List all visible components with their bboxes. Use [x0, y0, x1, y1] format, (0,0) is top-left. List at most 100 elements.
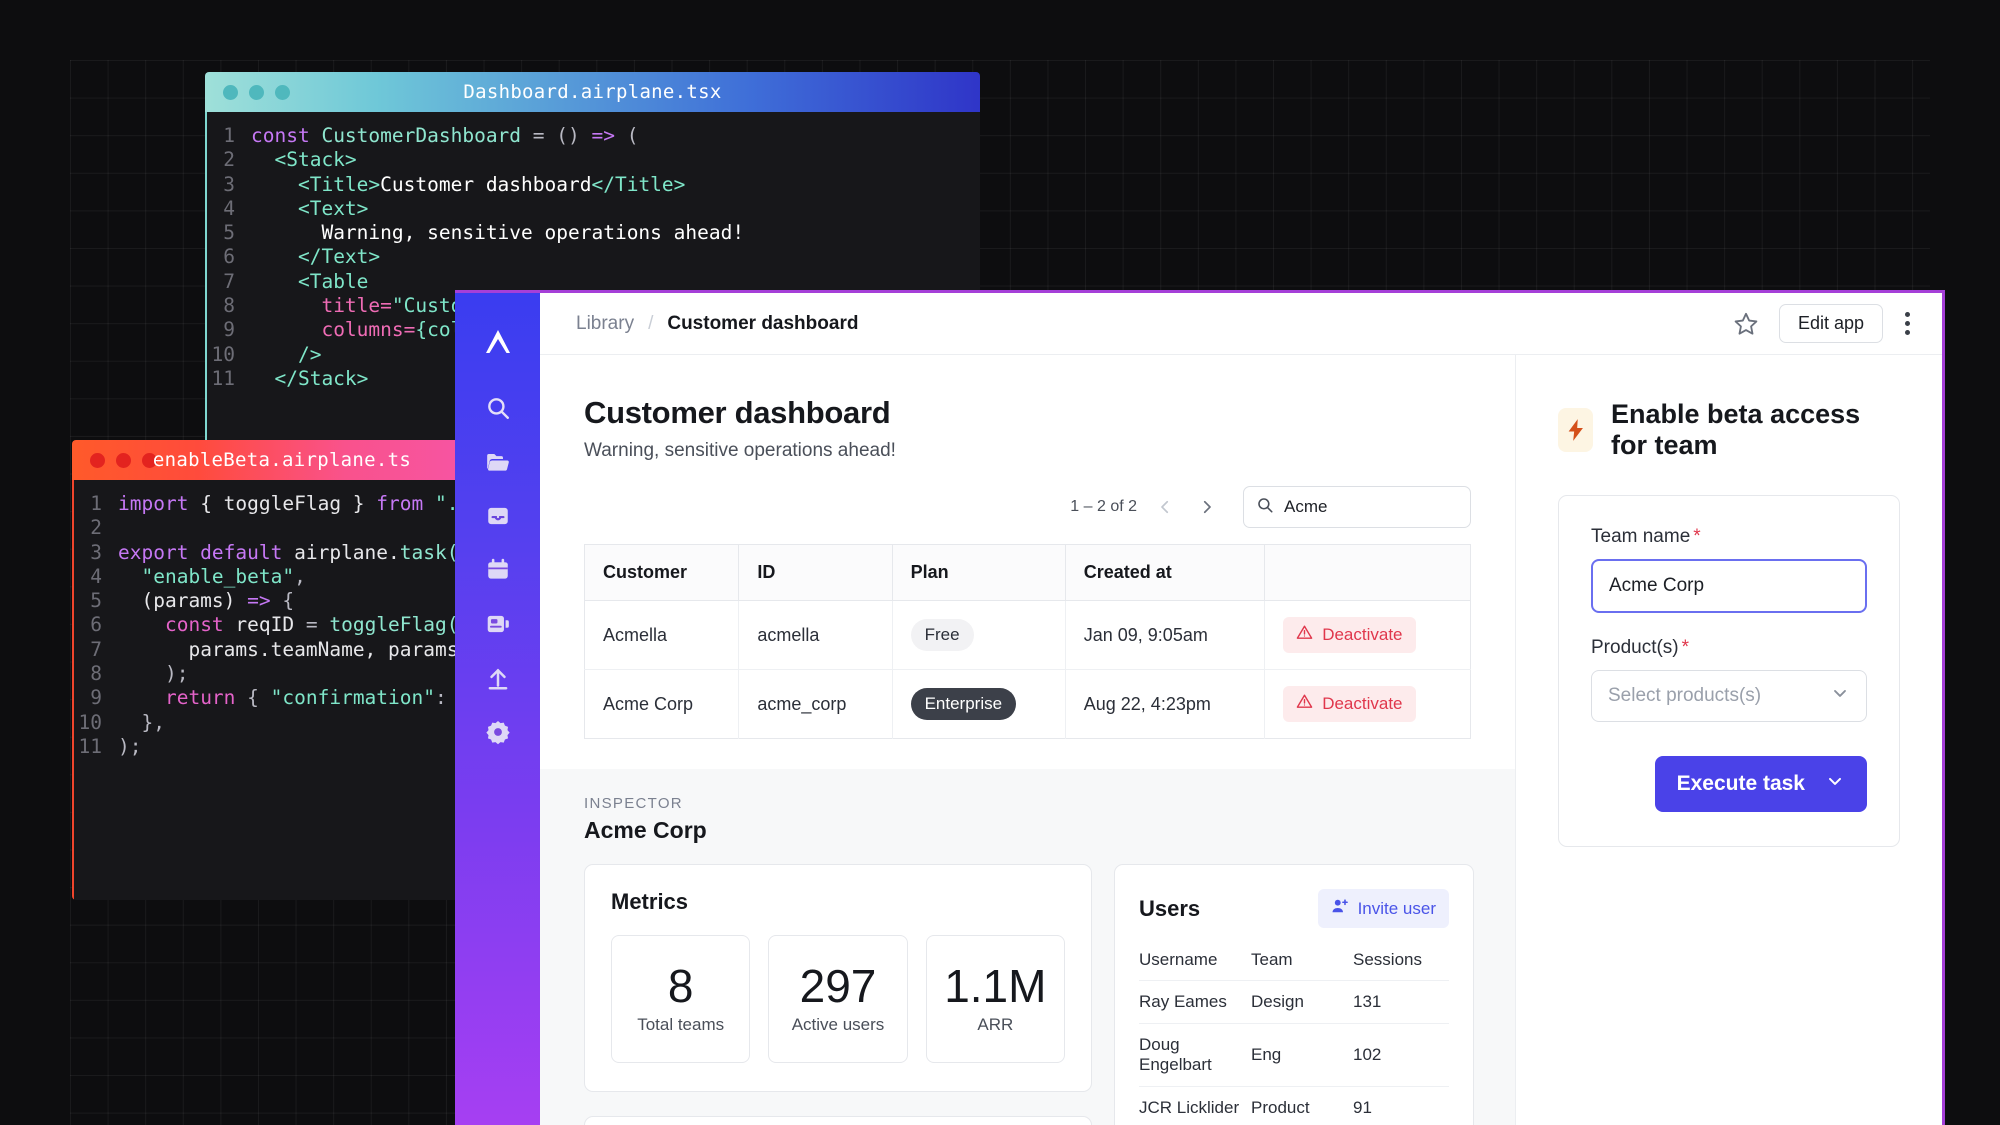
team-name-input[interactable] [1591, 559, 1867, 613]
execute-task-button[interactable]: Execute task [1654, 756, 1867, 812]
code-line-text: ); [164, 662, 189, 686]
breadcrumb-separator: / [648, 312, 654, 334]
customers-search-input[interactable] [1284, 497, 1458, 517]
cell-team: Product [1251, 1086, 1353, 1125]
cell-plan: Enterprise [892, 669, 1066, 739]
cell-team: Eng [1251, 1023, 1353, 1087]
code-line-text: </Stack> [274, 366, 369, 390]
sidebar-item-schedules[interactable] [471, 543, 525, 597]
lightning-bolt-icon [1558, 408, 1594, 452]
code-line: 8 ); [74, 662, 492, 686]
code-line-number: 7 [90, 637, 102, 661]
task-panel-header: Enable beta access for team [1558, 399, 1900, 461]
star-outline-icon[interactable] [1731, 309, 1761, 339]
task-actions: Execute task [1591, 756, 1867, 812]
code-line-text: }, [118, 710, 165, 734]
header-actions: Edit app [1731, 304, 1914, 343]
inspector-columns: Metrics 8 Total teams 297 Active users 1.1M A… [584, 864, 1474, 1125]
page-title: Customer dashboard [584, 395, 891, 430]
code-line-text: (params) => { [141, 589, 295, 613]
sidebar-item-deploy[interactable] [471, 651, 525, 705]
app-body: Customer dashboard Warning, sensitive op… [540, 355, 1942, 1125]
customers-table: Customer ID Plan Created at Acmella acmel… [584, 544, 1471, 739]
cell-team: Design [1251, 980, 1353, 1024]
invite-user-label: Invite user [1357, 898, 1436, 918]
metric-value: 8 [667, 960, 694, 1012]
metric-label: ARR [977, 1015, 1014, 1034]
invite-user-button[interactable]: Invite user [1317, 889, 1449, 928]
cell-sessions: 102 [1353, 1023, 1449, 1087]
app-window: Library / Customer dashboard Edit app Cu… [455, 290, 1945, 1125]
sidebar-item-runbooks[interactable] [471, 597, 525, 651]
code-line: 1 const CustomerDashboard = () => ( [207, 124, 980, 148]
products-label-text: Product(s) [1591, 637, 1679, 658]
code-line-number: 6 [90, 613, 102, 637]
cell-created-at: Aug 22, 4:23pm [1065, 669, 1266, 739]
task-form: Team name* Product(s)* Select products(s… [1558, 495, 1900, 847]
cell-customer: Acmella [584, 600, 740, 670]
code-line-text: Warning, sensitive operations ahead! [321, 221, 745, 245]
chevron-right-icon[interactable] [1193, 493, 1221, 521]
more-vertical-icon[interactable] [1901, 308, 1914, 339]
code-line-text: <Stack> [274, 148, 357, 172]
customers-search-box[interactable] [1243, 486, 1471, 528]
code-line-number: 1 [90, 492, 102, 515]
cell-sessions: 91 [1353, 1086, 1449, 1125]
metric-tile: 297 Active users [768, 935, 908, 1063]
cell-sessions: 131 [1353, 980, 1449, 1024]
cell-username: JCR Licklider [1139, 1086, 1251, 1125]
code-window-enable-beta: enableBeta.airplane.ts 1 import { toggleF… [72, 440, 492, 900]
chevron-down-icon[interactable] [1825, 771, 1845, 797]
screenshot-stage: Dashboard.airplane.tsx 1 const CustomerDa… [0, 0, 2000, 1125]
code-line: 6 const reqID = toggleFlag( [74, 613, 492, 637]
warning-triangle-icon [1296, 624, 1313, 646]
page-subtitle: Warning, sensitive operations ahead! [584, 440, 896, 461]
team-name-label-text: Team name [1591, 526, 1691, 547]
products-field-group: Product(s) * Select products(s) [1591, 637, 1867, 722]
sidebar-item-settings[interactable] [471, 705, 525, 759]
breadcrumb-library[interactable]: Library [576, 313, 634, 335]
app-sidebar [455, 293, 540, 1125]
sidebar-item-search[interactable] [471, 381, 525, 435]
code-line: 9 return { "confirmation": reqID }; [74, 686, 492, 710]
code-line: 2 <Stack> [207, 148, 980, 172]
customers-table-row[interactable]: Acme Corp acme_corp Enterprise Aug 22, 4:23… [584, 669, 1471, 739]
col-customer: Customer [584, 544, 740, 601]
users-table-row[interactable]: JCR Licklider Product 91 [1139, 1086, 1449, 1125]
users-table-row[interactable]: Doug Engelbart Eng 102 [1139, 1023, 1449, 1087]
users-card-title: Users [1139, 895, 1201, 921]
code-line-number: 1 [223, 124, 235, 147]
code-line-number: 5 [90, 589, 102, 613]
code-line: 5 Warning, sensitive operations ahead! [207, 221, 980, 245]
customers-table-header-row: Customer ID Plan Created at [584, 544, 1471, 601]
code-line: 7 params.teamName, params.products [74, 638, 492, 662]
customers-table-row[interactable]: Acmella acmella Free Jan 09, 9:05am Deactiva… [584, 600, 1471, 670]
deactivate-label: Deactivate [1322, 694, 1403, 713]
deactivate-button[interactable]: Deactivate [1283, 617, 1416, 653]
code-window-filename: enableBeta.airplane.ts [152, 449, 412, 471]
code-line: 6 </Text> [207, 245, 980, 269]
code-line-number: 2 [90, 516, 102, 540]
metric-label: Active users [791, 1015, 885, 1034]
col-plan: Plan [892, 544, 1066, 601]
deactivate-button[interactable]: Deactivate [1283, 686, 1416, 722]
chevron-left-icon[interactable] [1151, 493, 1179, 521]
cell-action: Deactivate [1264, 600, 1471, 670]
code-window-titlebar: Dashboard.airplane.tsx [205, 72, 980, 112]
sidebar-item-inbox[interactable] [471, 489, 525, 543]
products-select[interactable]: Select products(s) [1591, 670, 1867, 722]
airplane-logo-icon[interactable] [471, 315, 525, 369]
col-sessions: Sessions [1353, 950, 1422, 969]
users-table-row[interactable]: Ray Eames Design 131 [1139, 980, 1449, 1024]
code-line-number: 5 [223, 221, 235, 245]
code-line-text: /> [297, 342, 322, 366]
sidebar-item-library[interactable] [471, 435, 525, 489]
page-header-block: Customer dashboard Warning, sensitive op… [540, 355, 1515, 739]
metric-tile: 1.1M ARR [925, 935, 1065, 1063]
code-line-number: 9 [223, 318, 235, 342]
col-username: Username [1139, 950, 1218, 969]
cell-username: Ray Eames [1139, 980, 1251, 1024]
col-actions [1264, 544, 1471, 601]
edit-app-button[interactable]: Edit app [1778, 304, 1883, 343]
app-content: Library / Customer dashboard Edit app Cu… [540, 293, 1942, 1125]
